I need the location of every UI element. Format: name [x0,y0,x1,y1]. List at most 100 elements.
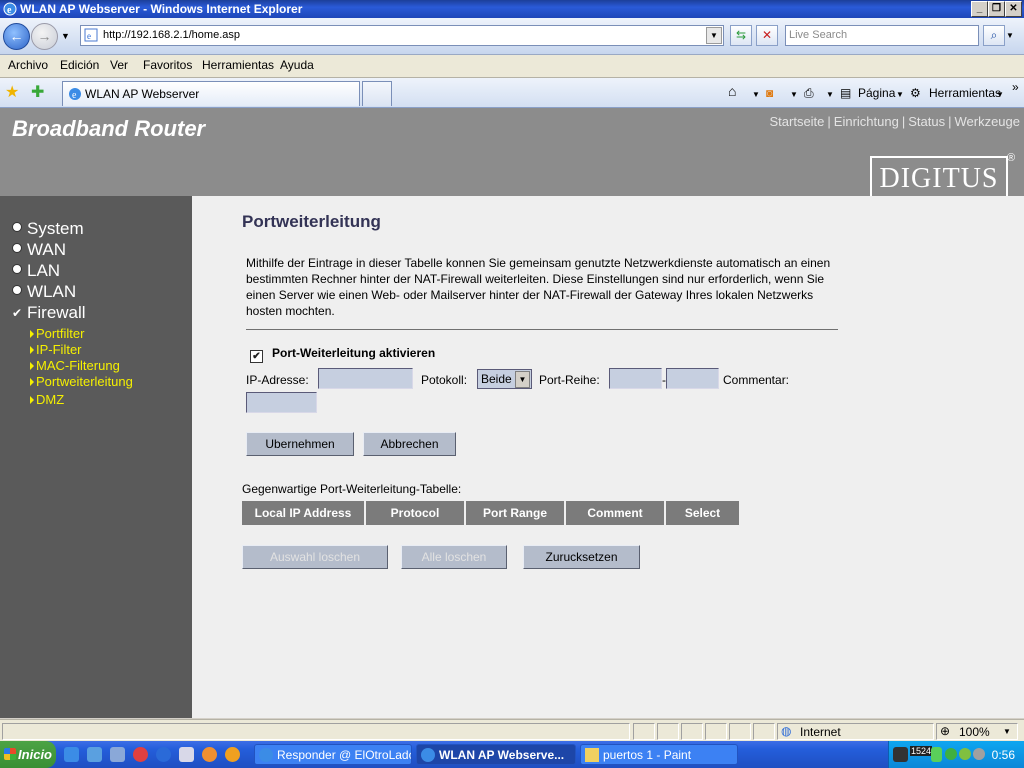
history-dropdown-icon[interactable]: ▼ [61,31,70,41]
system-tray: 1524 0:56 [888,741,1024,768]
subnav-portfilter[interactable]: Portfilter [30,326,84,341]
menu-favoritos[interactable]: Favoritos [143,58,192,72]
enable-checkbox[interactable]: ✔ [250,350,263,363]
page-title: Portweiterleitung [242,212,381,231]
refresh-button[interactable]: ⇆ [730,25,752,46]
quicklaunch-alert-icon[interactable] [225,747,240,762]
nav-system[interactable]: System [12,219,84,239]
zoom-dropdown-icon: ▼ [1003,727,1011,736]
bullet-icon [12,285,22,295]
quicklaunch-desktop-icon[interactable] [179,747,194,762]
tray-status-icon[interactable] [931,747,942,762]
search-placeholder: Live Search [789,29,848,41]
tools-gear-icon: ⚙ [910,86,921,100]
security-zone[interactable]: ◍ Internet [777,723,934,740]
task-wlan-ap-webserver[interactable]: WLAN AP Webserve... [416,744,576,765]
page-menu-button[interactable]: Página [858,86,895,100]
subnav-mac-filterung[interactable]: MAC-Filterung [30,358,120,373]
quicklaunch-messenger-icon[interactable] [202,747,217,762]
tab-ie-icon: e [69,88,81,101]
globe-icon: ◍ [781,724,792,738]
forward-button[interactable]: → [31,23,58,50]
status-segment [729,723,751,740]
address-bar[interactable]: e http://192.168.2.1/home.asp ▼ [80,25,724,46]
ip-address-input[interactable] [318,368,413,389]
zoom-label: 100% [959,725,990,739]
quicklaunch-player-icon[interactable] [156,747,171,762]
quicklaunch-app-icon[interactable] [110,747,125,762]
address-dropdown-icon[interactable]: ▼ [706,27,722,44]
brand-title: Broadband Router [12,116,206,141]
feeds-dropdown-icon[interactable]: ▼ [790,90,798,99]
task-responder[interactable]: Responder @ ElOtroLado... [254,744,412,765]
subnav-portweiterleitung[interactable]: Portweiterleitung [30,374,133,389]
clock: 0:56 [991,748,1015,762]
menu-archivo[interactable]: Archivo [8,58,48,72]
nav-label: Firewall [27,303,86,322]
home-dropdown-icon[interactable]: ▼ [752,90,760,99]
menu-ver[interactable]: Ver [110,58,128,72]
quicklaunch-ie-icon[interactable] [64,747,79,762]
home-icon[interactable]: ⌂ [728,83,736,99]
zoom-control[interactable]: ⊕ 100% ▼ [936,723,1018,740]
cancel-button[interactable]: Abbrechen [363,432,456,456]
nav-wan[interactable]: WAN [12,240,66,260]
apply-button[interactable]: Ubernehmen [246,432,354,456]
link-startseite[interactable]: Startseite [769,114,824,129]
tab-label: WLAN AP Webserver [85,87,200,101]
tools-menu-button[interactable]: Herramientas [929,86,1001,100]
link-einrichtung[interactable]: Einrichtung [834,114,899,129]
page-menu-icon: ▤ [840,86,852,100]
close-window-button[interactable]: ✕ [1005,1,1022,17]
menu-edicion[interactable]: Edición [60,58,99,72]
back-button[interactable]: ← [3,23,30,50]
search-button[interactable]: ⌕ [983,25,1005,46]
add-favorite-icon[interactable]: ✚ [31,82,44,102]
minimize-button[interactable]: _ [971,1,988,17]
nav-wlan[interactable]: WLAN [12,282,76,302]
toolbar-overflow-icon[interactable]: » [1012,80,1019,94]
new-tab-button[interactable] [362,81,392,106]
tray-app-icon[interactable] [945,748,957,760]
tray-volume-icon[interactable] [973,748,985,760]
protocol-select[interactable]: Beide ▼ [477,369,532,389]
nav-lan[interactable]: LAN [12,261,60,281]
protocol-label: Potokoll: [421,373,468,387]
forward-arrow-icon: → [37,28,52,44]
arrow-right-icon [30,378,34,386]
tray-messenger-icon[interactable] [959,748,971,760]
delete-selected-button[interactable]: Auswahl loschen [242,545,388,569]
nav-firewall[interactable]: ✔ Firewall [12,303,86,323]
reset-button[interactable]: Zurucksetzen [523,545,640,569]
menu-herramientas[interactable]: Herramientas [202,58,274,72]
search-options-icon[interactable]: ▼ [1006,31,1014,40]
digitus-logo: DIGITUS [870,156,1008,198]
table-header-port-range: Port Range [466,501,564,525]
menu-ayuda[interactable]: Ayuda [280,58,314,72]
tray-network-icon[interactable] [893,747,908,762]
subnav-ip-filter[interactable]: IP-Filter [30,342,82,357]
search-input[interactable]: Live Search [785,25,979,46]
comment-input[interactable] [246,392,317,413]
subnav-dmz[interactable]: DMZ [30,392,64,407]
delete-all-button[interactable]: Alle loschen [401,545,507,569]
feeds-icon[interactable]: ◙ [766,86,773,100]
maximize-button[interactable]: ❐ [988,1,1005,17]
port-end-input[interactable] [666,368,719,389]
port-start-input[interactable] [609,368,662,389]
print-icon[interactable]: ⎙ [804,86,814,101]
quicklaunch-media-icon[interactable] [133,747,148,762]
status-segment [753,723,775,740]
start-button[interactable]: Inicio [0,741,56,768]
favorites-star-icon[interactable]: ★ [5,82,19,102]
refresh-icon: ⇆ [735,28,747,42]
link-status[interactable]: Status [908,114,945,129]
link-werkzeuge[interactable]: Werkzeuge [954,114,1020,129]
quicklaunch-browser-icon[interactable] [87,747,102,762]
tab-wlan-ap-webserver[interactable]: e WLAN AP Webserver [62,81,360,106]
task-paint[interactable]: puertos 1 - Paint [580,744,738,765]
window-title: WLAN AP Webserver - Windows Internet Exp… [20,2,303,16]
nav-label: LAN [27,261,61,280]
stop-button[interactable]: ✕ [756,25,778,46]
print-dropdown-icon[interactable]: ▼ [826,90,834,99]
